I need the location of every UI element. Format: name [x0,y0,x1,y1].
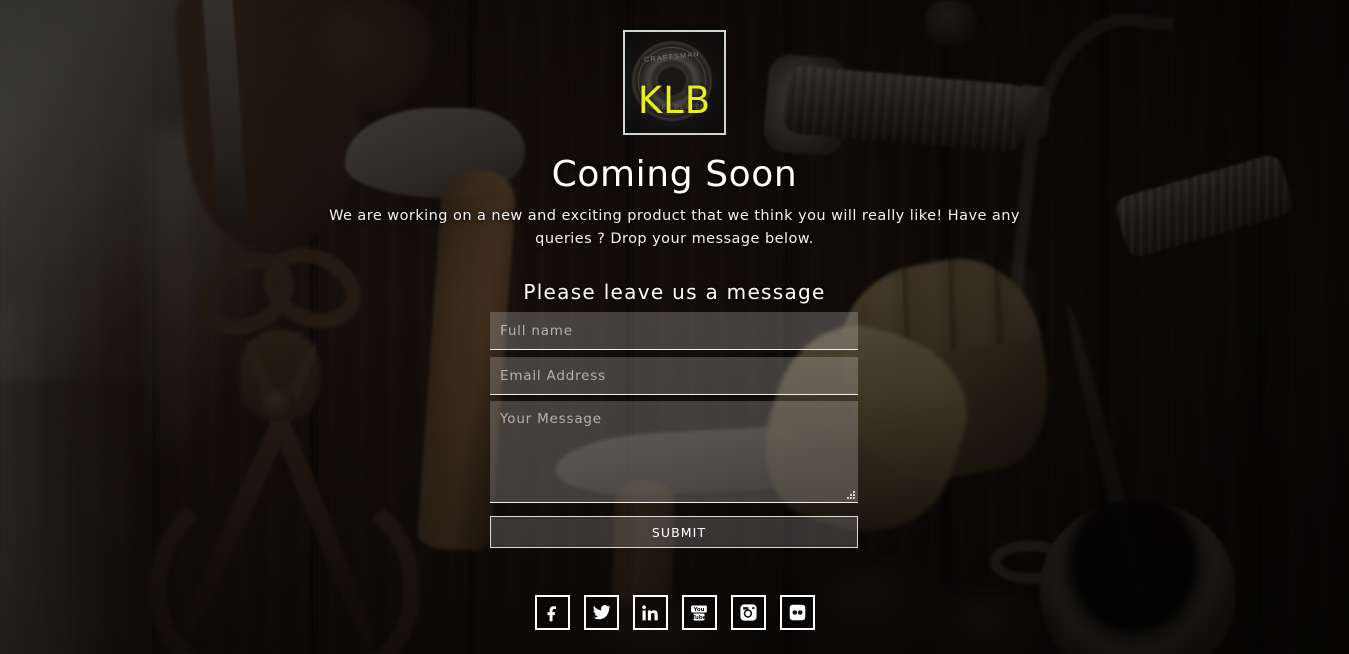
social-link-facebook[interactable] [534,595,570,630]
social-link-youtube[interactable]: You Tube [681,595,717,630]
page-title: Coming Soon [551,154,798,195]
social-link-linkedin[interactable] [632,595,668,630]
instagram-icon [739,603,758,622]
submit-button[interactable]: SUBMIT [490,516,858,548]
svg-text:You: You [693,607,705,613]
facebook-icon [543,604,561,622]
message-textarea[interactable] [490,401,858,503]
page-content: CRAFTSMAN NICKEL PLATED KLB Coming Soon … [0,0,1349,654]
email-input[interactable] [490,357,858,395]
site-logo[interactable]: CRAFTSMAN NICKEL PLATED KLB [623,30,726,135]
social-link-twitter[interactable] [583,595,619,630]
linkedin-icon [641,604,659,622]
full-name-input[interactable] [490,312,858,350]
social-links: You Tube [0,595,1349,630]
flickr-icon [788,603,807,622]
coming-soon-page: CRAFTSMAN NICKEL PLATED KLB Coming Soon … [0,0,1349,654]
contact-form: SUBMIT [490,312,858,548]
twitter-icon [592,603,611,622]
svg-text:Tube: Tube [692,615,707,621]
youtube-icon: You Tube [689,604,709,622]
social-link-flickr[interactable] [779,595,815,630]
social-link-instagram[interactable] [730,595,766,630]
intro-paragraph: We are working on a new and exciting pro… [329,208,1020,247]
contact-form-title: Please leave us a message [523,280,826,304]
logo-wordmark: KLB [637,79,712,122]
message-field-wrapper [490,401,858,503]
